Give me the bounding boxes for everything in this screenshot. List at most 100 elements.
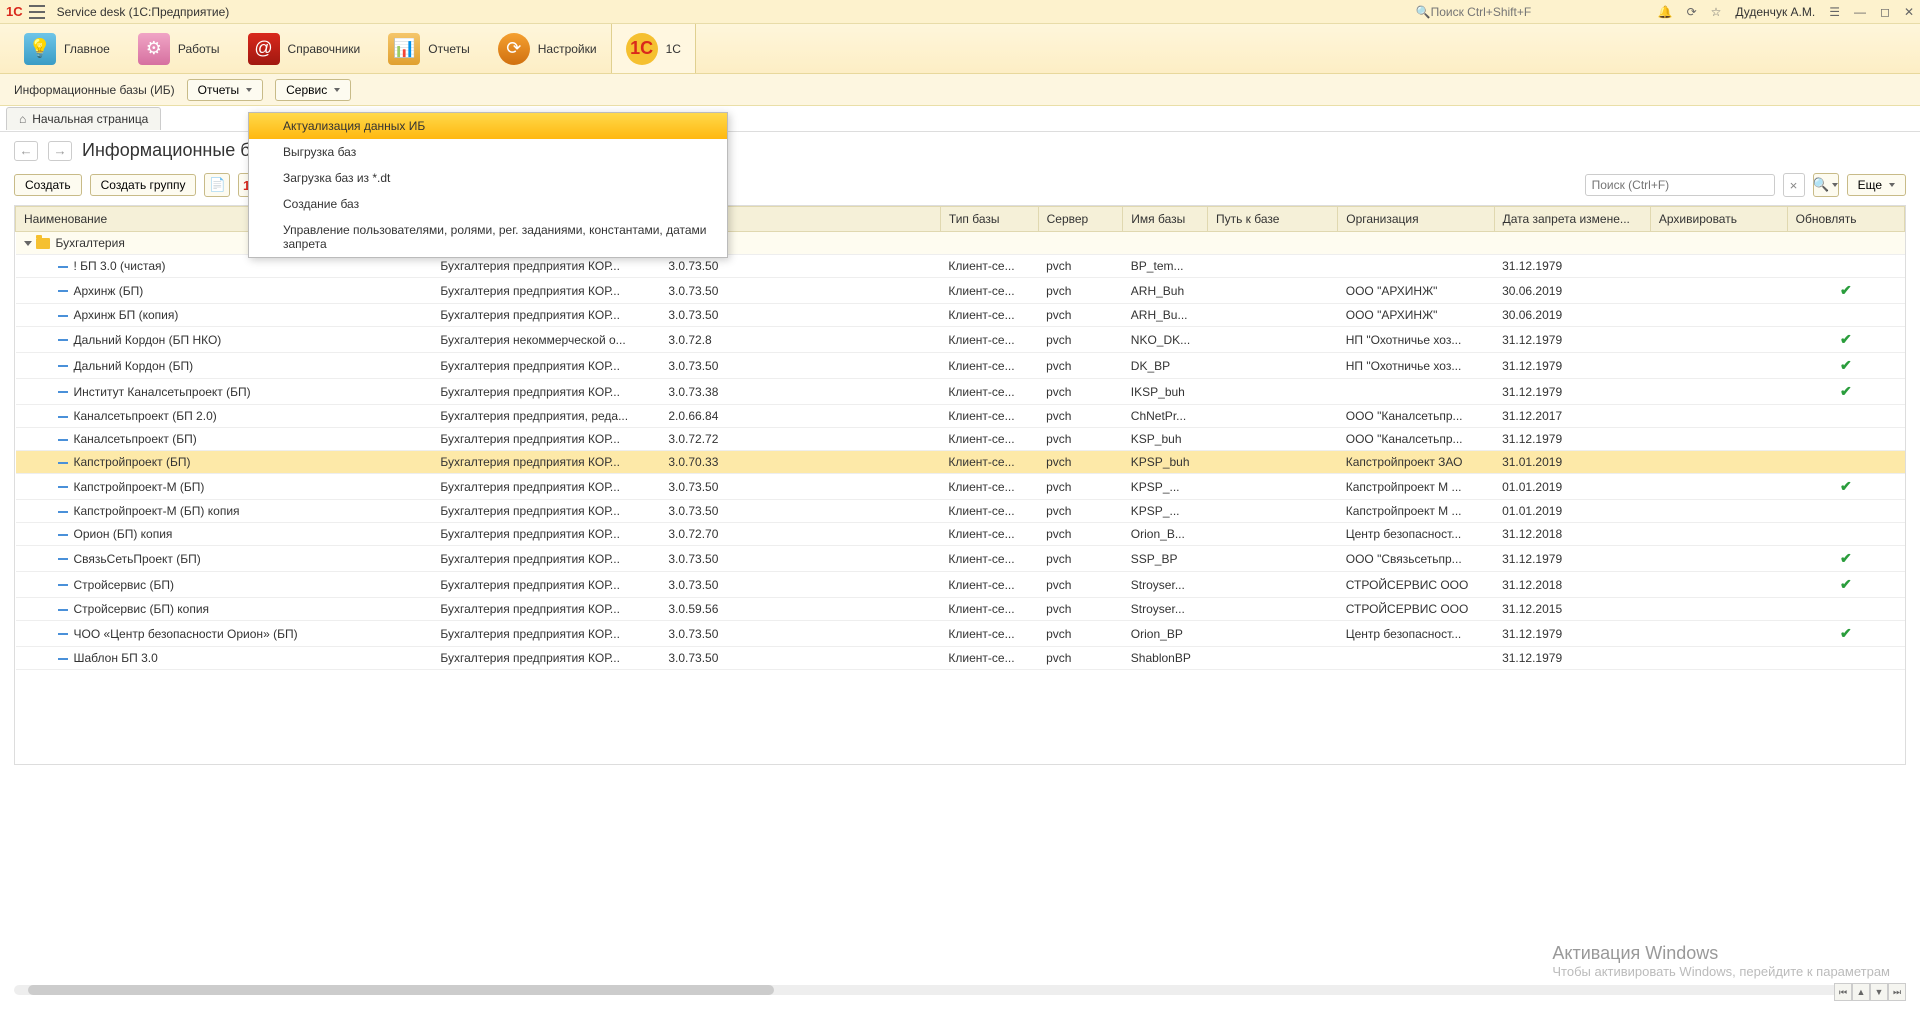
menu-import[interactable]: Загрузка баз из *.dt xyxy=(249,165,727,191)
table-row[interactable]: Капстройпроект-М (БП)Бухгалтерия предпри… xyxy=(16,474,1905,500)
expand-icon[interactable] xyxy=(24,241,32,246)
maximize-icon[interactable]: ◻ xyxy=(1880,5,1890,19)
menu-create-db[interactable]: Создание баз xyxy=(249,191,727,217)
service-dropdown-label: Сервис xyxy=(286,83,327,97)
table-row[interactable]: Дальний Кордон (БП НКО)Бухгалтерия неком… xyxy=(16,327,1905,353)
row-marker-icon xyxy=(58,266,68,268)
row-marker-icon xyxy=(58,365,68,367)
row-marker-icon xyxy=(58,558,68,560)
cell: 3.0.73.38 xyxy=(660,379,940,405)
col-path[interactable]: Путь к базе xyxy=(1207,207,1337,232)
col-db[interactable]: Имя базы xyxy=(1123,207,1208,232)
hamburger-icon[interactable] xyxy=(29,5,45,19)
row-marker-icon xyxy=(58,511,68,513)
table-row[interactable]: ЧОО «Центр безопасности Орион» (БП)Бухга… xyxy=(16,621,1905,647)
cell xyxy=(1207,278,1337,304)
row-marker-icon xyxy=(58,391,68,393)
table-row[interactable]: Каналсетьпроект (БП 2.0)Бухгалтерия пред… xyxy=(16,405,1905,428)
tab-1c[interactable]: 1C 1C xyxy=(611,24,696,73)
cell: Клиент-се... xyxy=(940,304,1038,327)
cell xyxy=(1650,572,1787,598)
nav-prev-button[interactable]: ▲ xyxy=(1852,983,1870,1001)
cell: pvch xyxy=(1038,304,1123,327)
menu-export[interactable]: Выгрузка баз xyxy=(249,139,727,165)
menu-manage[interactable]: Управление пользователями, ролями, рег. … xyxy=(249,217,727,257)
create-button[interactable]: Создать xyxy=(14,174,82,196)
nav-last-button[interactable]: ⏭ xyxy=(1888,983,1906,1001)
cell: Бухгалтерия предприятия КОР... xyxy=(432,304,660,327)
nav-first-button[interactable]: ⏮ xyxy=(1834,983,1852,1001)
col-server[interactable]: Сервер xyxy=(1038,207,1123,232)
bell-icon[interactable]: 🔔 xyxy=(1658,5,1673,19)
cell: Клиент-се... xyxy=(940,647,1038,670)
user-name[interactable]: Дуденчук А.М. xyxy=(1735,5,1815,19)
scrollbar-thumb[interactable] xyxy=(28,985,774,995)
cell: Институт Каналсетьпроект (БП) xyxy=(16,379,433,405)
history-icon[interactable]: ⟳ xyxy=(1687,5,1697,19)
ib-label[interactable]: Информационные базы (ИБ) xyxy=(14,83,175,97)
cell xyxy=(1650,278,1787,304)
copy-button[interactable]: 📄 xyxy=(204,173,230,197)
sub-toolbar: Информационные базы (ИБ) Отчеты Сервис xyxy=(0,74,1920,106)
tab-home[interactable]: 💡 Главное xyxy=(10,24,124,73)
table-row[interactable]: Капстройпроект-М (БП) копияБухгалтерия п… xyxy=(16,500,1905,523)
tab-1c-label: 1C xyxy=(666,42,681,56)
star-icon[interactable]: ☆ xyxy=(1711,5,1722,19)
cell: Бухгалтерия предприятия КОР... xyxy=(432,428,660,451)
global-search-input[interactable] xyxy=(1431,5,1646,19)
table-row[interactable]: Архинж (БП)Бухгалтерия предприятия КОР..… xyxy=(16,278,1905,304)
reports-dropdown-label: Отчеты xyxy=(198,83,239,97)
tab-reports[interactable]: 📊 Отчеты xyxy=(374,24,483,73)
reports-dropdown-button[interactable]: Отчеты xyxy=(187,79,263,101)
more-button-label: Еще xyxy=(1858,178,1882,192)
tab-start-page[interactable]: ⌂ Начальная страница xyxy=(6,107,161,130)
global-search[interactable]: 🔍 xyxy=(1416,5,1646,19)
cell: Орион (БП) копия xyxy=(16,523,433,546)
table-row[interactable]: Стройсервис (БП) копияБухгалтерия предпр… xyxy=(16,598,1905,621)
cell xyxy=(1650,523,1787,546)
back-button[interactable]: ← xyxy=(14,141,38,161)
table-row[interactable]: СвязьСетьПроект (БП)Бухгалтерия предприя… xyxy=(16,546,1905,572)
table-row[interactable]: Каналсетьпроект (БП)Бухгалтерия предприя… xyxy=(16,428,1905,451)
table-row[interactable]: Институт Каналсетьпроект (БП)Бухгалтерия… xyxy=(16,379,1905,405)
horizontal-scrollbar[interactable] xyxy=(14,985,1880,995)
table-search-input[interactable] xyxy=(1585,174,1775,196)
tab-ref[interactable]: @ Справочники xyxy=(234,24,375,73)
menu-actualize[interactable]: Актуализация данных ИБ xyxy=(249,113,727,139)
more-button[interactable]: Еще xyxy=(1847,174,1906,196)
tab-settings[interactable]: ⟳ Настройки xyxy=(484,24,611,73)
col-org[interactable]: Организация xyxy=(1338,207,1494,232)
forward-button[interactable]: → xyxy=(48,141,72,161)
search-icon: 🔍 xyxy=(1416,5,1431,19)
table-row[interactable]: Капстройпроект (БП)Бухгалтерия предприят… xyxy=(16,451,1905,474)
row-marker-icon xyxy=(58,658,68,660)
cell: 3.0.73.50 xyxy=(660,278,940,304)
reports-icon: 📊 xyxy=(388,33,420,65)
cell: ЧОО «Центр безопасности Орион» (БП) xyxy=(16,621,433,647)
col-date[interactable]: Дата запрета измене... xyxy=(1494,207,1650,232)
col-type[interactable]: Тип базы xyxy=(940,207,1038,232)
service-dropdown-button[interactable]: Сервис xyxy=(275,79,351,101)
create-group-button[interactable]: Создать группу xyxy=(90,174,197,196)
clear-search-button[interactable]: × xyxy=(1783,173,1805,197)
cell: Бухгалтерия предприятия КОР... xyxy=(432,621,660,647)
table-row[interactable]: Архинж БП (копия)Бухгалтерия предприятия… xyxy=(16,304,1905,327)
col-arch[interactable]: Архивировать xyxy=(1650,207,1787,232)
row-marker-icon xyxy=(58,462,68,464)
tab-reports-label: Отчеты xyxy=(428,42,469,56)
search-options-button[interactable]: 🔍 xyxy=(1813,173,1839,197)
table-row[interactable]: Орион (БП) копияБухгалтерия предприятия … xyxy=(16,523,1905,546)
tab-work[interactable]: ⚙ Работы xyxy=(124,24,234,73)
nav-next-button[interactable]: ▼ xyxy=(1870,983,1888,1001)
col-upd[interactable]: Обновлять xyxy=(1787,207,1904,232)
table-row[interactable]: Дальний Кордон (БП)Бухгалтерия предприят… xyxy=(16,353,1905,379)
table-row[interactable]: Стройсервис (БП)Бухгалтерия предприятия … xyxy=(16,572,1905,598)
table-row[interactable]: Шаблон БП 3.0Бухгалтерия предприятия КОР… xyxy=(16,647,1905,670)
check-icon: ✔ xyxy=(1840,357,1852,373)
minimize-icon[interactable]: — xyxy=(1854,5,1866,19)
close-icon[interactable]: ✕ xyxy=(1904,5,1914,19)
cell xyxy=(1207,304,1337,327)
menu-icon[interactable]: ☰ xyxy=(1829,5,1840,19)
folder-icon xyxy=(36,238,50,249)
cell: 31.12.2018 xyxy=(1494,572,1650,598)
